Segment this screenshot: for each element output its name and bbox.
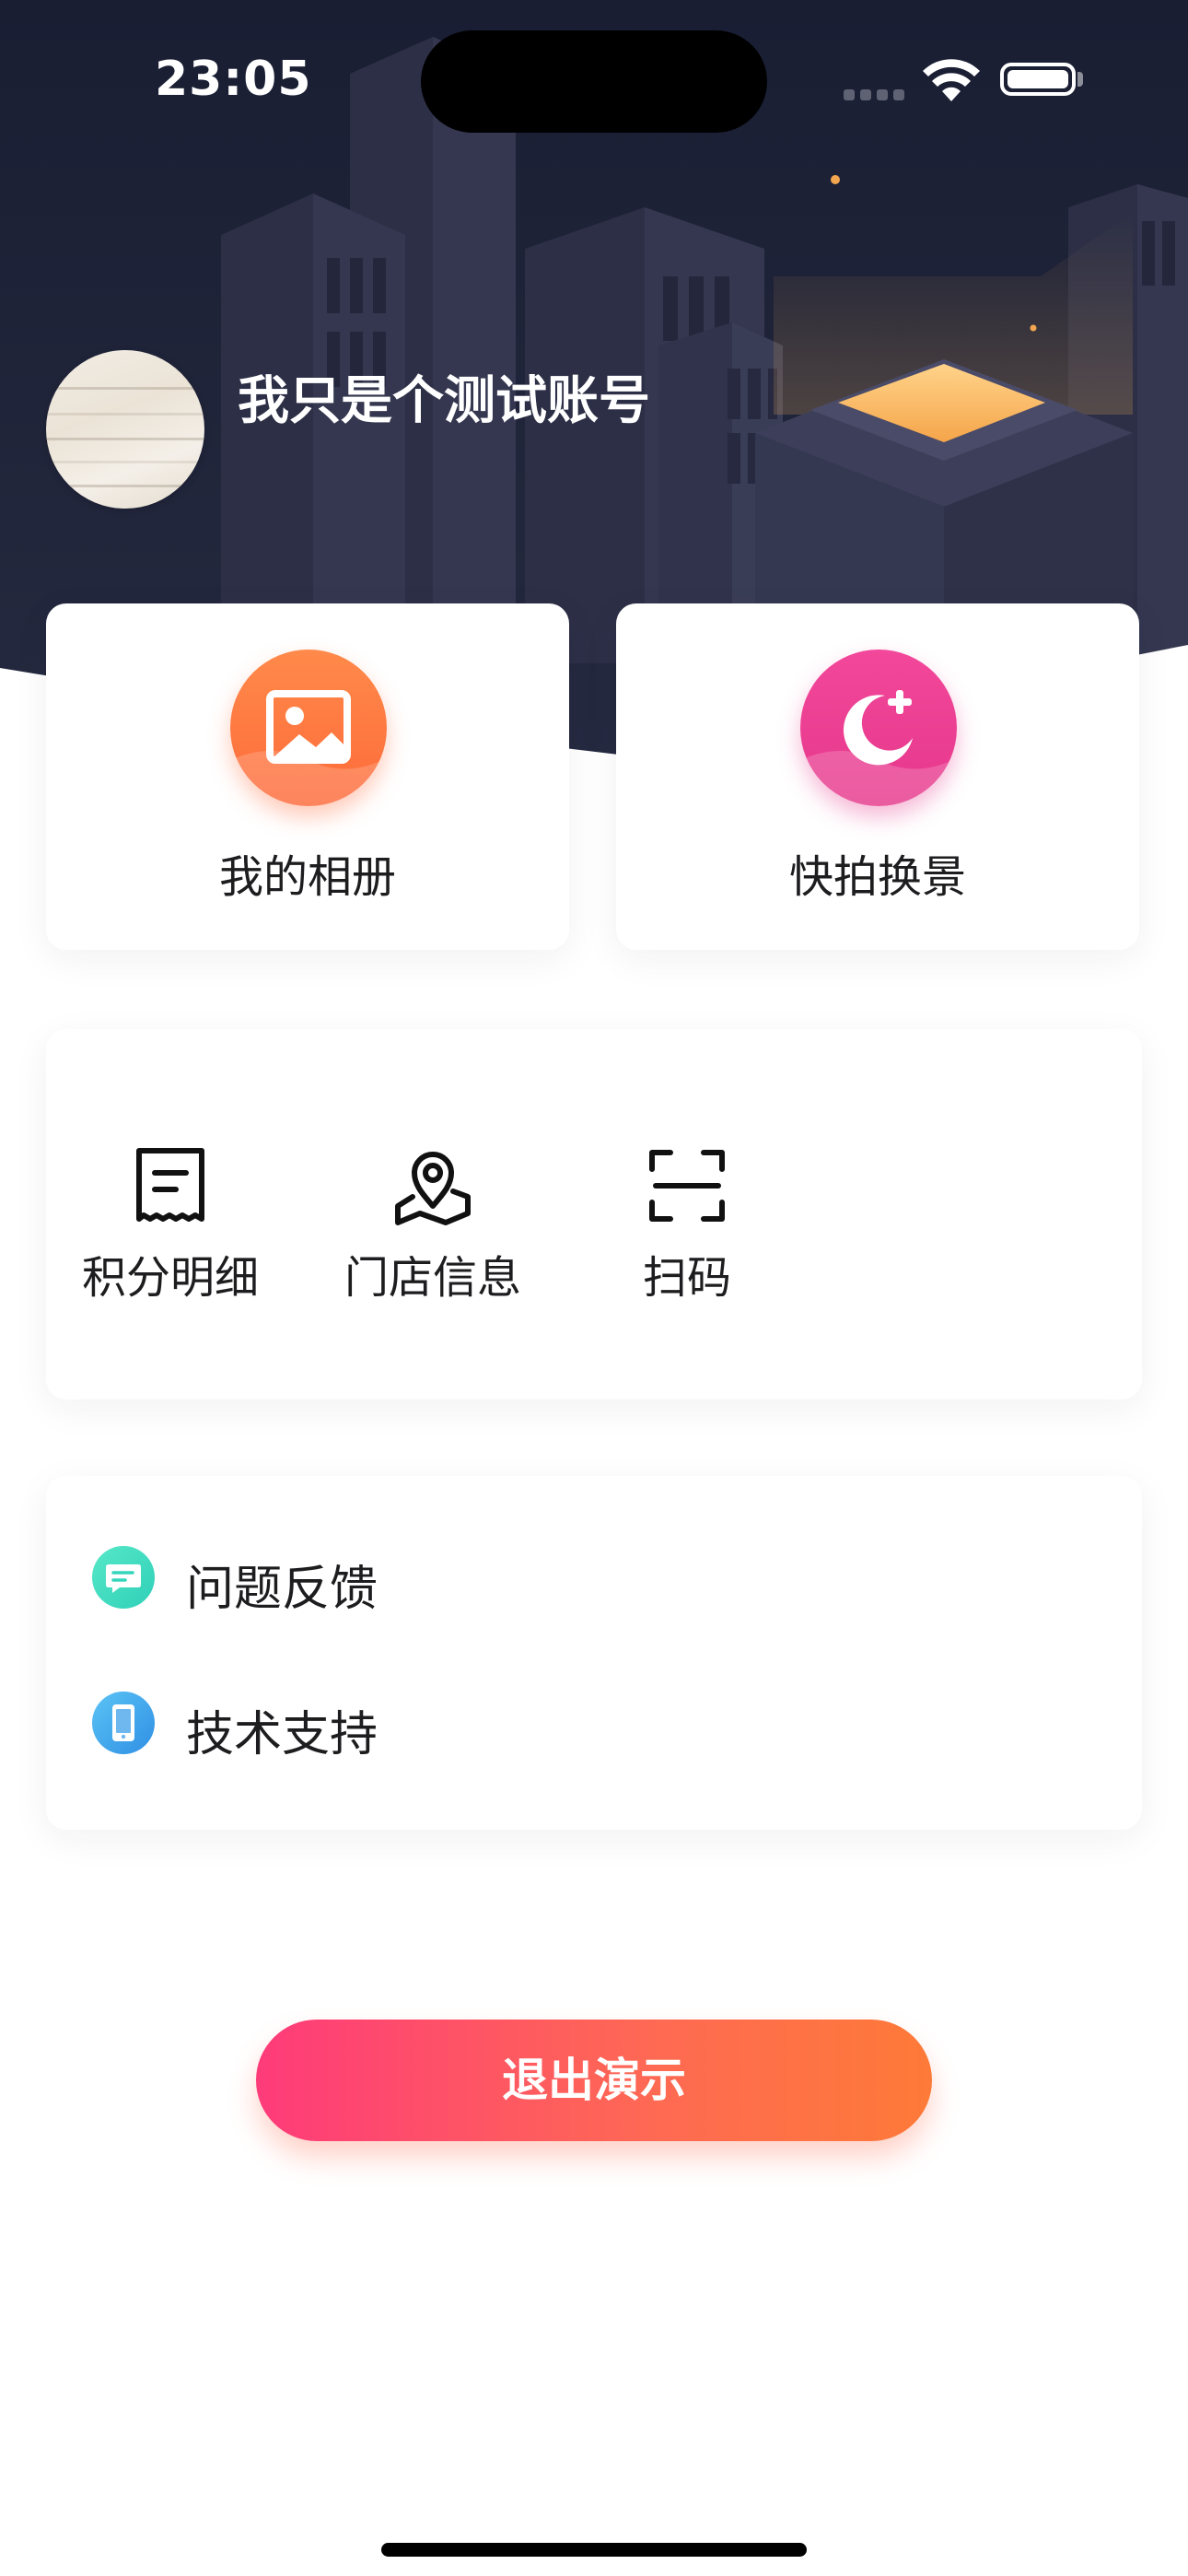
avatar[interactable] xyxy=(46,350,204,509)
logout-label: 退出演示 xyxy=(502,2054,686,2107)
username: 我只是个测试账号 xyxy=(238,371,650,431)
scan-label: 扫码 xyxy=(642,1252,731,1304)
dynamic-island xyxy=(421,30,767,133)
feedback-icon xyxy=(92,1546,155,1609)
home-indicator[interactable] xyxy=(381,2543,807,2557)
feedback-label: 问题反馈 xyxy=(186,1562,379,1617)
map-pin-icon xyxy=(395,1152,471,1225)
feedback-row[interactable]: 问题反馈 xyxy=(46,1522,1142,1633)
my-album-label: 我的相册 xyxy=(218,851,396,903)
tech-support-label: 技术支持 xyxy=(186,1707,379,1762)
quick-shot-card[interactable]: 快拍换景 xyxy=(616,603,1139,950)
photo-album-icon xyxy=(230,650,387,806)
quick-shot-label: 快拍换景 xyxy=(788,851,966,903)
scan-item[interactable]: 扫码 xyxy=(586,1140,788,1333)
points-detail-label: 积分明细 xyxy=(81,1252,259,1304)
points-detail-item[interactable]: 积分明细 xyxy=(69,1140,272,1333)
phone-support-icon xyxy=(92,1692,155,1754)
battery-cap xyxy=(1077,72,1083,87)
tech-support-row[interactable]: 技术支持 xyxy=(46,1668,1142,1778)
scan-icon xyxy=(649,1150,725,1222)
tools-card: 积分明细 门店信息 扫码 xyxy=(46,1029,1142,1399)
store-info-label: 门店信息 xyxy=(344,1252,521,1304)
moon-plus-icon xyxy=(800,650,957,806)
wifi-icon xyxy=(923,59,980,101)
cellular-signal-icon xyxy=(844,87,910,104)
status-time: 23:05 xyxy=(155,52,312,107)
logout-button[interactable]: 退出演示 xyxy=(256,2020,932,2141)
store-info-item[interactable]: 门店信息 xyxy=(332,1140,534,1333)
battery-icon xyxy=(1000,63,1076,96)
my-album-card[interactable]: 我的相册 xyxy=(46,603,569,950)
receipt-icon xyxy=(136,1148,204,1222)
support-card: 问题反馈 技术支持 xyxy=(46,1476,1142,1830)
